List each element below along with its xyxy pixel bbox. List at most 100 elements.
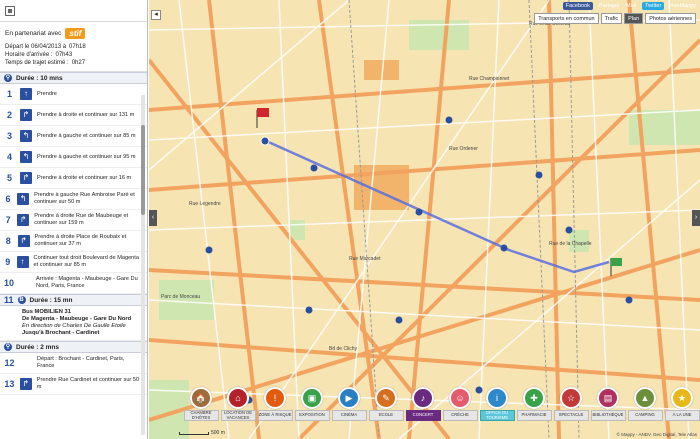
section-number: 11 <box>4 295 14 305</box>
section-duration-walk-1: ⚲ Durée : 10 mns <box>0 72 147 84</box>
category-icon[interactable]: ☺ <box>449 387 471 409</box>
category-button[interactable]: ▲ CAMPING <box>627 387 663 421</box>
direction-arrow-icon: ↰ <box>20 130 32 142</box>
category-label[interactable]: ECOLE <box>368 410 404 421</box>
sidebar-scrollbar[interactable] <box>141 95 145 435</box>
stif-logo[interactable]: stif <box>65 28 86 39</box>
category-button[interactable]: 🏠 CHAMBRE D'HÔTES <box>183 387 219 421</box>
partner-text: En partenariat avec <box>5 30 62 37</box>
direction-arrow-icon: ↑ <box>20 88 32 100</box>
itinerary-step[interactable]: 6 ↰ Prendre à gauche Rue Ambroise Paré et … <box>0 189 147 210</box>
pan-right-icon[interactable]: › <box>692 210 700 226</box>
itinerary-step[interactable]: 5 ↱ Prendre à droite et continuer sur 16 m <box>0 168 147 189</box>
section-duration-label: Durée : 2 mns <box>16 343 59 351</box>
category-icon[interactable]: 🏠 <box>190 387 212 409</box>
category-label[interactable]: PHARMACIE <box>516 410 552 421</box>
category-label[interactable]: CRÈCHE <box>442 410 478 421</box>
category-icon[interactable]: ✎ <box>375 387 397 409</box>
itinerary-step[interactable]: 4 ↰ Prendre à gauche et continuer sur 95 m <box>0 147 147 168</box>
share-button[interactable]: Partager <box>599 3 620 9</box>
step-list-1: 1 ↑ Prendre 2 ↱ Prendre à droite et continuer… <box>0 84 147 294</box>
category-label[interactable]: CINÉMA <box>331 410 367 421</box>
scroll-thumb[interactable] <box>141 125 145 215</box>
category-button[interactable]: ▤ BIBLIOTHÈQUE <box>590 387 626 421</box>
category-label[interactable]: CAMPING <box>627 410 663 421</box>
step-number: 4 <box>6 152 12 162</box>
step-instruction: Départ : Brochant - Cardinet, Paris, Fra… <box>36 356 125 369</box>
pan-left-icon[interactable]: ‹ <box>149 210 157 226</box>
category-label[interactable]: À LA UNE <box>664 410 700 421</box>
direction-arrow-icon: ↱ <box>20 172 32 184</box>
map-mode-button[interactable]: Trafic <box>600 13 623 24</box>
itinerary-step[interactable]: 7 ↱ Prendre à droite Rue de Maubeuge et co… <box>0 210 147 231</box>
map-canvas[interactable]: Rue Jean Cocteau Rue Championnet Rue Ord… <box>149 0 700 439</box>
category-button[interactable]: i OFFICE DU TOURISME <box>479 387 515 421</box>
category-label[interactable]: ZONE À RISQUE <box>257 410 293 421</box>
category-button[interactable]: ✎ ECOLE <box>368 387 404 421</box>
category-button[interactable]: ⌂ LOCATION DE VACANCES <box>220 387 256 421</box>
mappy-tag[interactable]: #onMappy <box>670 3 696 9</box>
itinerary-sidebar: En partenariat avec stif Départ le 06/04… <box>0 0 148 439</box>
category-button[interactable]: ! ZONE À RISQUE <box>257 387 293 421</box>
map-mode-button[interactable]: Photos aériennes <box>645 13 696 24</box>
category-icon[interactable]: ♪ <box>412 387 434 409</box>
street-label: Rue Ordener <box>449 146 478 152</box>
category-button[interactable]: ♪ CONCERT <box>405 387 441 421</box>
section-duration-walk-2: ⚲ Durée : 2 mns <box>0 341 147 353</box>
map-back-icon[interactable]: ◂ <box>151 10 161 20</box>
category-icon[interactable]: ▲ <box>634 387 656 409</box>
step-number: 3 <box>6 131 12 141</box>
category-icon[interactable]: ☆ <box>560 387 582 409</box>
category-label[interactable]: SPECTACLE <box>553 410 589 421</box>
category-icon[interactable]: i <box>486 387 508 409</box>
itinerary-step[interactable]: 3 ↰ Prendre à gauche et continuer sur 85 m <box>0 126 147 147</box>
step-number: 13 <box>4 379 15 389</box>
itinerary-step[interactable]: 13 ↱ Prendre Rue Cardinet et continuer sur… <box>0 374 147 395</box>
category-icon[interactable]: ▶ <box>338 387 360 409</box>
itinerary-step[interactable]: 1 ↑ Prendre <box>0 84 147 105</box>
facebook-button[interactable]: Facebook <box>562 2 593 10</box>
category-button[interactable]: ★ À LA UNE <box>664 387 700 421</box>
category-button[interactable]: ▣ EXPOSITION <box>294 387 330 421</box>
category-icon[interactable]: ▣ <box>301 387 323 409</box>
print-icon[interactable] <box>5 5 15 16</box>
category-label[interactable]: BIBLIOTHÈQUE <box>590 410 626 421</box>
category-label[interactable]: EXPOSITION <box>294 410 330 421</box>
category-label[interactable]: CONCERT <box>405 410 441 421</box>
category-label[interactable]: LOCATION DE VACANCES <box>220 410 256 421</box>
mail-button[interactable]: Mail <box>626 3 636 9</box>
street-label: Rue Championnet <box>469 76 510 82</box>
itinerary-step[interactable]: 10 Arrivée : Magenta - Maubeuge - Gare Du… <box>0 273 147 294</box>
map-mode-button[interactable]: Transports en commun <box>534 13 599 24</box>
park-area <box>159 280 214 320</box>
itinerary-step[interactable]: 2 ↱ Prendre à droite et continuer sur 131 … <box>0 105 147 126</box>
category-icon[interactable]: ⌂ <box>227 387 249 409</box>
itinerary-step[interactable]: 12 Départ : Brochant - Cardinet, Paris, F… <box>0 353 147 374</box>
category-icon[interactable]: ▤ <box>597 387 619 409</box>
map-view[interactable]: Rue Jean Cocteau Rue Championnet Rue Ord… <box>149 0 700 439</box>
map-mode-button[interactable]: Plan <box>624 13 644 24</box>
step-instruction: Prendre Rue Cardinet et continuer sur 50… <box>36 377 140 390</box>
step-number: 6 <box>5 194 11 204</box>
category-icon[interactable]: ! <box>264 387 286 409</box>
street-label: Rue de la Chapelle <box>549 241 592 247</box>
walk-icon: ⚲ <box>4 343 12 351</box>
section-duration-label: Durée : 10 mns <box>16 74 63 82</box>
category-label[interactable]: OFFICE DU TOURISME <box>479 410 515 421</box>
category-button[interactable]: ✚ PHARMACIE <box>516 387 552 421</box>
category-button[interactable]: ▶ CINÉMA <box>331 387 367 421</box>
itinerary-step[interactable]: 8 ↱ Prendre à droite Place de Roubaix et c… <box>0 231 147 252</box>
step-list-3: 12 Départ : Brochant - Cardinet, Paris, F… <box>0 353 147 395</box>
itinerary-step[interactable]: 9 ↑ Continuer tout droit Boulevard de Mage… <box>0 252 147 273</box>
twitter-button[interactable]: Twitter <box>642 2 665 10</box>
category-label[interactable]: CHAMBRE D'HÔTES <box>183 410 219 421</box>
section-duration-label: Durée : 15 mn <box>29 296 73 304</box>
step-instruction: Prendre à droite Place de Roubaix et con… <box>34 234 127 247</box>
category-button[interactable]: ☆ SPECTACLE <box>553 387 589 421</box>
category-icon[interactable]: ★ <box>671 387 693 409</box>
step-number: 5 <box>6 173 12 183</box>
category-button[interactable]: ☺ CRÈCHE <box>442 387 478 421</box>
social-bar: Facebook Partager Mail Twitter #onMappy <box>562 2 696 10</box>
category-icon[interactable]: ✚ <box>523 387 545 409</box>
step-instruction: Arrivée : Magenta - Maubeuge - Gare Du N… <box>36 276 138 289</box>
